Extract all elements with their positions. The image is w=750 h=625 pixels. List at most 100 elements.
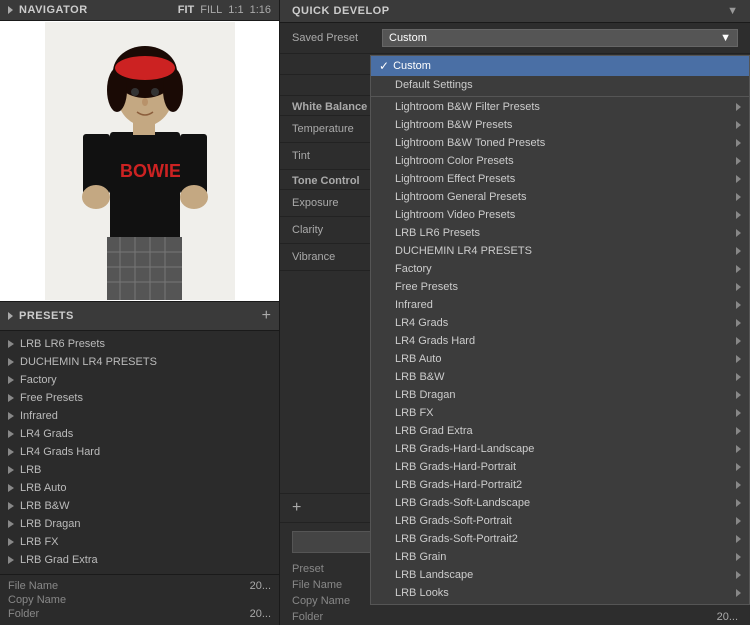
- presets-collapse-icon[interactable]: [8, 312, 13, 320]
- dropdown-item-lrb-muted[interactable]: LRB Muted Tones: [371, 602, 749, 605]
- dropdown-item-custom[interactable]: ✓ Custom: [371, 56, 749, 76]
- dropdown-item-duchemin[interactable]: DUCHEMIN LR4 PRESETS: [371, 242, 749, 260]
- dropdown-item-lr-effect[interactable]: Lightroom Effect Presets: [371, 170, 749, 188]
- dropdown-item-lrb-auto[interactable]: LRB Auto: [371, 350, 749, 368]
- preset-expand-icon: [8, 430, 14, 438]
- dropdown-item-lrb-looks[interactable]: LRB Looks: [371, 584, 749, 602]
- submenu-arrow-icon: [736, 481, 741, 489]
- dropdown-item-label: Lightroom B&W Toned Presets: [395, 137, 736, 149]
- submenu-arrow-icon: [736, 553, 741, 561]
- preset-expand-icon: [8, 448, 14, 456]
- list-item[interactable]: LRB: [0, 461, 279, 479]
- dropdown-item-label: DUCHEMIN LR4 PRESETS: [395, 245, 736, 257]
- list-item[interactable]: LRB FX: [0, 533, 279, 551]
- dropdown-item-lrb-grads-hp[interactable]: LRB Grads-Hard-Portrait: [371, 458, 749, 476]
- dropdown-item-lrb-grads-hp2[interactable]: LRB Grads-Hard-Portrait2: [371, 476, 749, 494]
- svg-text:BOWIE: BOWIE: [120, 161, 181, 181]
- dropdown-item-factory[interactable]: Factory: [371, 260, 749, 278]
- dropdown-item-lr-color[interactable]: Lightroom Color Presets: [371, 152, 749, 170]
- submenu-arrow-icon: [736, 301, 741, 309]
- preset-expand-icon: [8, 502, 14, 510]
- submenu-arrow-icon: [736, 319, 741, 327]
- submenu-arrow-icon: [736, 121, 741, 129]
- dropdown-item-label: Lightroom Color Presets: [395, 155, 736, 167]
- file-name-label: File Name: [8, 580, 58, 592]
- quick-develop-header: Quick Develop ▼: [280, 0, 750, 23]
- preset-expand-icon: [8, 394, 14, 402]
- saved-preset-menu[interactable]: ✓ Custom Default Settings Lightroom B&W …: [370, 55, 750, 605]
- dropdown-item-lrb-landscape[interactable]: LRB Landscape: [371, 566, 749, 584]
- dropdown-item-label: LRB Landscape: [395, 569, 736, 581]
- preset-item-label: LRB LR6 Presets: [20, 338, 105, 350]
- dropdown-item-lrb-bw[interactable]: LRB B&W: [371, 368, 749, 386]
- dropdown-item-lrb-grads-sp2[interactable]: LRB Grads-Soft-Portrait2: [371, 530, 749, 548]
- navigator-collapse-icon[interactable]: [8, 6, 13, 14]
- dropdown-item-lrb-grad-extra[interactable]: LRB Grad Extra: [371, 422, 749, 440]
- presets-title: Presets: [19, 310, 74, 322]
- dropdown-item-free-presets[interactable]: Free Presets: [371, 278, 749, 296]
- list-item[interactable]: Free Presets: [0, 389, 279, 407]
- dropdown-item-lrbw-filter[interactable]: Lightroom B&W Filter Presets: [371, 96, 749, 116]
- list-item[interactable]: LR4 Grads Hard: [0, 443, 279, 461]
- fill-button[interactable]: FILL: [200, 4, 222, 16]
- navigator-header: Navigator FIT FILL 1:1 1:16: [0, 0, 279, 21]
- tone-control-label: Tone Control: [292, 175, 360, 187]
- fit-button[interactable]: FIT: [178, 4, 195, 16]
- submenu-arrow-icon: [736, 247, 741, 255]
- preset-item-label: LR4 Grads Hard: [20, 446, 100, 458]
- bottom-info: File Name 20... Copy Name Folder 20...: [0, 574, 279, 625]
- right-panel: Quick Develop ▼ Saved Preset Custom ▼ ✓ …: [280, 0, 750, 625]
- submenu-arrow-icon: [736, 103, 741, 111]
- submenu-arrow-icon: [736, 427, 741, 435]
- dropdown-item-lrb-fx[interactable]: LRB FX: [371, 404, 749, 422]
- list-item[interactable]: Factory: [0, 371, 279, 389]
- submenu-arrow-icon: [736, 463, 741, 471]
- submenu-arrow-icon: [736, 283, 741, 291]
- dropdown-item-label: LRB Looks: [395, 587, 736, 599]
- preset-expand-icon: [8, 538, 14, 546]
- qd-folder-row: Folder 20...: [280, 609, 750, 625]
- dropdown-item-lrb-grads-sp[interactable]: LRB Grads-Soft-Portrait: [371, 512, 749, 530]
- submenu-arrow-icon: [736, 139, 741, 147]
- zoom-button[interactable]: 1:16: [250, 4, 271, 16]
- dropdown-item-lrbw[interactable]: Lightroom B&W Presets: [371, 116, 749, 134]
- white-balance-label: White Balance: [292, 101, 367, 113]
- submenu-arrow-icon: [736, 265, 741, 273]
- list-item[interactable]: LRB Auto: [0, 479, 279, 497]
- navigator-header-left: Navigator: [8, 4, 88, 16]
- dropdown-item-infrared[interactable]: Infrared: [371, 296, 749, 314]
- dropdown-item-lr-general[interactable]: Lightroom General Presets: [371, 188, 749, 206]
- list-item[interactable]: LRB B&W: [0, 497, 279, 515]
- add-button[interactable]: +: [292, 499, 301, 517]
- preset-item-label: LRB Dragan: [20, 518, 81, 530]
- list-item[interactable]: Infrared: [0, 407, 279, 425]
- dropdown-item-label: Custom: [393, 60, 741, 72]
- dropdown-item-lrb-grads-sl[interactable]: LRB Grads-Soft-Landscape: [371, 494, 749, 512]
- list-item[interactable]: LR4 Grads: [0, 425, 279, 443]
- presets-list[interactable]: LRB LR6 Presets DUCHEMIN LR4 PRESETS Fac…: [0, 331, 279, 574]
- add-preset-button[interactable]: +: [262, 307, 271, 325]
- list-item[interactable]: LRB LR6 Presets: [0, 335, 279, 353]
- preset-expand-icon: [8, 358, 14, 366]
- dropdown-item-lrb-grain[interactable]: LRB Grain: [371, 548, 749, 566]
- dropdown-item-lr-video[interactable]: Lightroom Video Presets: [371, 206, 749, 224]
- dropdown-item-lrb-lr6[interactable]: LRB LR6 Presets: [371, 224, 749, 242]
- dropdown-item-label: Lightroom Effect Presets: [395, 173, 736, 185]
- ratio-button[interactable]: 1:1: [228, 4, 243, 16]
- list-item[interactable]: LRB Dragan: [0, 515, 279, 533]
- dropdown-item-label: LRB Dragan: [395, 389, 736, 401]
- saved-preset-dropdown[interactable]: Custom ▼: [382, 29, 738, 47]
- preset-item-label: LRB Grad Extra: [20, 554, 98, 566]
- navigator-image[interactable]: BOWIE: [0, 21, 279, 301]
- dropdown-item-lrb-dragan[interactable]: LRB Dragan: [371, 386, 749, 404]
- list-item[interactable]: DUCHEMIN LR4 PRESETS: [0, 353, 279, 371]
- preset-item-label: LRB FX: [20, 536, 59, 548]
- quick-develop-menu-icon[interactable]: ▼: [727, 5, 738, 17]
- dropdown-item-lrbw-toned[interactable]: Lightroom B&W Toned Presets: [371, 134, 749, 152]
- dropdown-item-default[interactable]: Default Settings: [371, 76, 749, 94]
- dropdown-item-lrb-grads-hl[interactable]: LRB Grads-Hard-Landscape: [371, 440, 749, 458]
- dropdown-item-lr4-grads-hard[interactable]: LR4 Grads Hard: [371, 332, 749, 350]
- dropdown-item-label: LRB Grads-Soft-Landscape: [395, 497, 736, 509]
- list-item[interactable]: LRB Grad Extra: [0, 551, 279, 569]
- dropdown-item-lr4-grads[interactable]: LR4 Grads: [371, 314, 749, 332]
